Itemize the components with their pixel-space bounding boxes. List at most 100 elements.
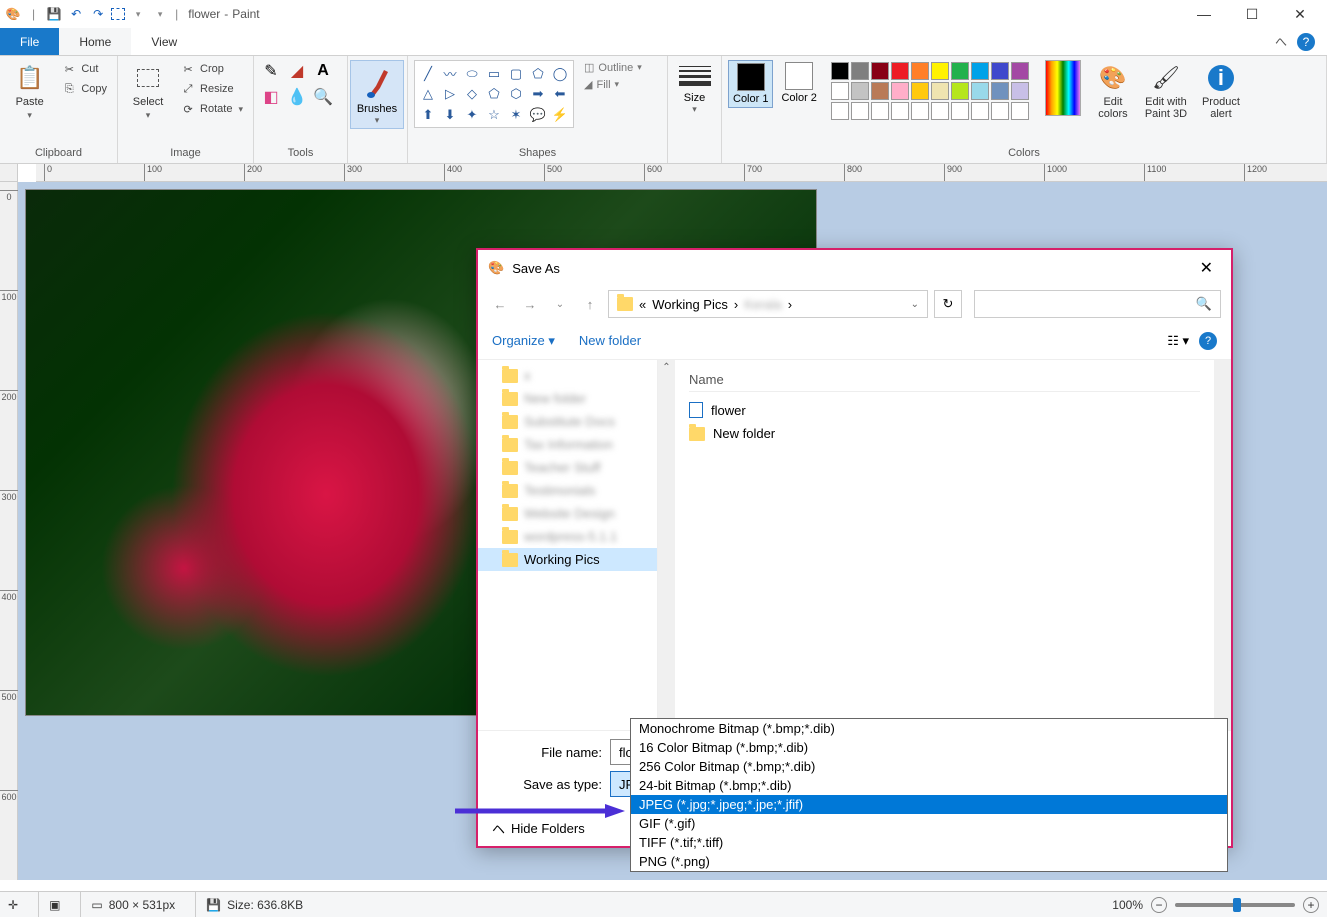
fill-tool[interactable]: ◢ bbox=[286, 60, 308, 82]
tree-item[interactable]: x bbox=[478, 364, 657, 387]
color-swatch[interactable] bbox=[991, 102, 1009, 120]
list-scrollbar[interactable]: ‹ bbox=[1214, 360, 1231, 730]
qat-dropdown-icon[interactable]: ▾ bbox=[129, 5, 147, 23]
file-item[interactable]: New folder bbox=[689, 422, 1200, 445]
color-swatch[interactable] bbox=[911, 62, 929, 80]
zoom-out-button[interactable]: − bbox=[1151, 897, 1167, 913]
edit-colors-button[interactable]: 🎨 Edit colors bbox=[1091, 60, 1135, 122]
dropdown-option[interactable]: 256 Color Bitmap (*.bmp;*.dib) bbox=[631, 757, 1227, 776]
file-item[interactable]: flower bbox=[689, 398, 1200, 422]
color-swatch[interactable] bbox=[871, 62, 889, 80]
zoom-slider[interactable] bbox=[1175, 903, 1295, 907]
color-swatch[interactable] bbox=[951, 82, 969, 100]
size-button[interactable]: Size ▾ bbox=[674, 60, 715, 115]
rotate-button[interactable]: ⟳Rotate▾ bbox=[176, 100, 247, 118]
dropdown-option[interactable]: GIF (*.gif) bbox=[631, 814, 1227, 833]
select-button[interactable]: Select ▾ bbox=[124, 60, 172, 123]
dialog-help-button[interactable]: ? bbox=[1199, 332, 1217, 350]
color-swatch[interactable] bbox=[1011, 62, 1029, 80]
color-swatch[interactable] bbox=[931, 62, 949, 80]
color-swatch[interactable] bbox=[971, 62, 989, 80]
folder-tree[interactable]: xNew folderSubstitute DocsTax Informatio… bbox=[478, 360, 658, 730]
picker-tool[interactable]: 💧 bbox=[286, 86, 308, 108]
color-swatch[interactable] bbox=[831, 82, 849, 100]
hide-folders-button[interactable]: ヘHide Folders bbox=[492, 819, 585, 838]
color-swatch[interactable] bbox=[991, 82, 1009, 100]
color-swatch[interactable] bbox=[1011, 82, 1029, 100]
nav-forward-button[interactable]: → bbox=[518, 297, 542, 312]
dropdown-option[interactable]: Monochrome Bitmap (*.bmp;*.dib) bbox=[631, 719, 1227, 738]
color-swatch[interactable] bbox=[871, 82, 889, 100]
color1-button[interactable]: Color 1 bbox=[728, 60, 773, 108]
search-input[interactable]: 🔍 bbox=[974, 290, 1221, 318]
color-swatch[interactable] bbox=[991, 62, 1009, 80]
tree-item[interactable]: Teacher Stuff bbox=[478, 456, 657, 479]
eraser-tool[interactable]: ◧ bbox=[260, 86, 282, 108]
color-swatch[interactable] bbox=[891, 102, 909, 120]
color-swatch[interactable] bbox=[851, 82, 869, 100]
tree-item[interactable]: Tax Information bbox=[478, 433, 657, 456]
color-swatch[interactable] bbox=[831, 62, 849, 80]
copy-button[interactable]: ⎘Copy bbox=[57, 80, 111, 98]
product-alert-button[interactable]: i Product alert bbox=[1197, 60, 1245, 122]
color-swatch[interactable] bbox=[851, 102, 869, 120]
tree-item[interactable]: wordpress-5.1.1 bbox=[478, 525, 657, 548]
qat-overflow-icon[interactable]: ▾ bbox=[151, 5, 169, 23]
color-swatch[interactable] bbox=[891, 62, 909, 80]
dialog-close-button[interactable]: ✕ bbox=[1192, 258, 1221, 278]
paste-button[interactable]: 📋 Paste ▾ bbox=[6, 60, 53, 123]
tree-item[interactable]: Working Pics bbox=[478, 548, 657, 571]
color2-button[interactable]: Color 2 bbox=[777, 60, 820, 106]
color-swatch[interactable] bbox=[951, 62, 969, 80]
dropdown-option[interactable]: PNG (*.png) bbox=[631, 852, 1227, 871]
tree-scrollbar[interactable]: ⌃⌄ bbox=[658, 360, 675, 730]
color-swatch[interactable] bbox=[851, 62, 869, 80]
color-swatch[interactable] bbox=[971, 102, 989, 120]
dropdown-option[interactable]: JPEG (*.jpg;*.jpeg;*.jpe;*.jfif) bbox=[631, 795, 1227, 814]
dropdown-option[interactable]: 24-bit Bitmap (*.bmp;*.dib) bbox=[631, 776, 1227, 795]
help-icon[interactable]: ? bbox=[1297, 33, 1315, 51]
pencil-tool[interactable]: ✎ bbox=[260, 60, 282, 82]
color-swatch[interactable] bbox=[1011, 102, 1029, 120]
save-icon[interactable]: 💾 bbox=[45, 5, 63, 23]
undo-icon[interactable]: ↶ bbox=[67, 5, 85, 23]
text-tool[interactable]: A bbox=[312, 60, 334, 82]
crop-button[interactable]: ✂Crop bbox=[176, 60, 247, 78]
color-swatch[interactable] bbox=[831, 102, 849, 120]
nav-back-button[interactable]: ← bbox=[488, 297, 512, 312]
minimize-button[interactable]: — bbox=[1191, 6, 1217, 23]
color-swatch[interactable] bbox=[871, 102, 889, 120]
redo-icon[interactable]: ↷ bbox=[89, 5, 107, 23]
nav-recent-button[interactable]: ⌄ bbox=[548, 299, 572, 310]
home-tab[interactable]: Home bbox=[59, 28, 131, 55]
magnify-tool[interactable]: 🔍 bbox=[312, 86, 334, 108]
color-swatch[interactable] bbox=[911, 82, 929, 100]
tree-item[interactable]: Website Design bbox=[478, 502, 657, 525]
tree-item[interactable]: New folder bbox=[478, 387, 657, 410]
qat-select-icon[interactable] bbox=[111, 8, 125, 20]
organize-button[interactable]: Organize ▾ bbox=[492, 333, 555, 349]
maximize-button[interactable]: ☐ bbox=[1239, 6, 1265, 23]
color-swatch[interactable] bbox=[951, 102, 969, 120]
color-swatch[interactable] bbox=[931, 102, 949, 120]
tree-item[interactable]: Substitute Docs bbox=[478, 410, 657, 433]
dropdown-option[interactable]: TIFF (*.tif;*.tiff) bbox=[631, 833, 1227, 852]
savetype-dropdown-list[interactable]: Monochrome Bitmap (*.bmp;*.dib)16 Color … bbox=[630, 718, 1228, 872]
refresh-button[interactable]: ↻ bbox=[934, 290, 962, 318]
dropdown-option[interactable]: 16 Color Bitmap (*.bmp;*.dib) bbox=[631, 738, 1227, 757]
outline-button[interactable]: ◫Outline▾ bbox=[582, 60, 644, 75]
zoom-in-button[interactable]: + bbox=[1303, 897, 1319, 913]
file-tab[interactable]: File bbox=[0, 28, 59, 55]
breadcrumb[interactable]: « Working Pics› Kerala› ⌄ bbox=[608, 290, 928, 318]
color-swatch[interactable] bbox=[891, 82, 909, 100]
view-options-button[interactable]: ☷ ▾ bbox=[1167, 333, 1189, 349]
color-swatch[interactable] bbox=[971, 82, 989, 100]
nav-up-button[interactable]: ↑ bbox=[578, 297, 602, 312]
collapse-ribbon-icon[interactable]: へ bbox=[1275, 33, 1287, 50]
cut-button[interactable]: ✂Cut bbox=[57, 60, 111, 78]
file-list[interactable]: Name flowerNew folder bbox=[675, 360, 1214, 730]
color-palette[interactable] bbox=[831, 62, 1029, 120]
tree-item[interactable]: Testimonials bbox=[478, 479, 657, 502]
view-tab[interactable]: View bbox=[131, 28, 197, 55]
close-button[interactable]: ✕ bbox=[1287, 6, 1313, 23]
